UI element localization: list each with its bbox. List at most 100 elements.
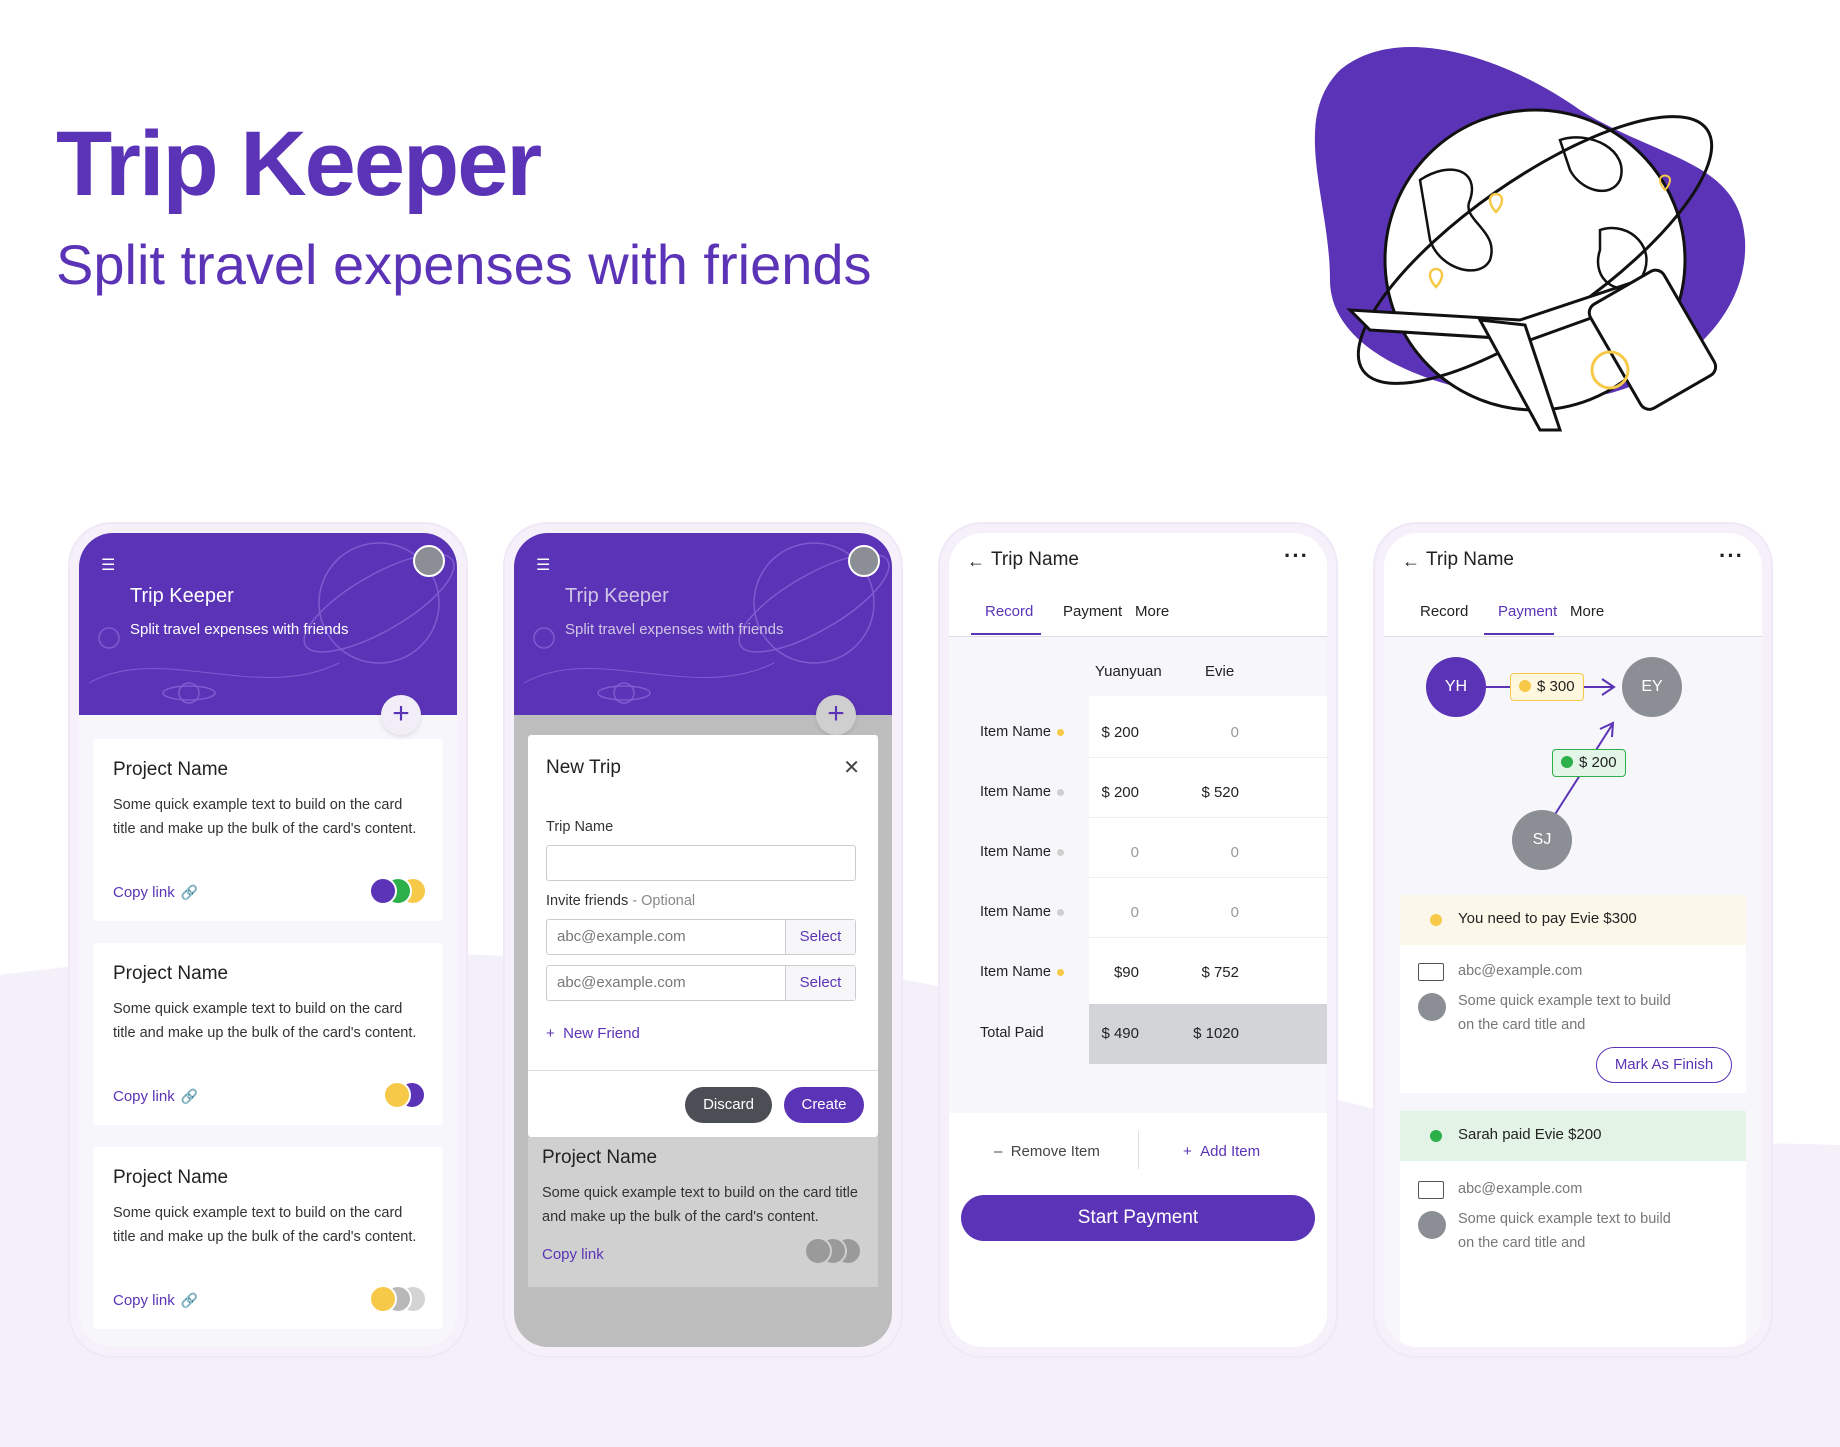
hero-subtitle: Split travel expenses with friends — [56, 233, 872, 296]
cell-value[interactable]: 0 — [1179, 904, 1239, 921]
back-arrow-icon[interactable]: ← — [967, 551, 985, 572]
phone-home: ☰ Trip Keeper Split travel expenses with… — [70, 524, 466, 1356]
member-dot — [369, 877, 397, 905]
member-dot — [383, 1081, 411, 1109]
payment-note-line: on the card title and — [1458, 1017, 1586, 1033]
trip-header: ← Trip Name ··· Record Payment More — [949, 533, 1327, 637]
cell-value[interactable]: $ 520 — [1179, 784, 1239, 801]
cell-value[interactable]: 0 — [1179, 844, 1239, 861]
tab-more[interactable]: More — [1570, 603, 1604, 620]
invite-email-field[interactable]: abc@example.com Select — [546, 965, 856, 1001]
table-row[interactable]: Item Name — [980, 724, 1064, 740]
add-trip-button[interactable]: + — [816, 695, 856, 735]
copy-link[interactable]: Copy link 🔗 — [113, 884, 198, 901]
person-node-sj[interactable]: SJ — [1512, 810, 1572, 870]
column-header: Evie — [1205, 663, 1235, 680]
app-subtitle: Split travel expenses with friends — [130, 621, 349, 638]
tab-payment[interactable]: Payment — [1063, 603, 1122, 620]
pending-dot — [1430, 914, 1442, 926]
copy-link[interactable]: Copy link 🔗 — [113, 1088, 198, 1105]
column-header: Yuanyuan — [1095, 663, 1162, 680]
remove-item-button[interactable]: – Remove Item — [994, 1143, 1100, 1160]
avatar[interactable] — [413, 545, 445, 577]
envelope-icon — [1418, 963, 1444, 981]
member-avatars — [369, 877, 427, 905]
payment-note-line: Some quick example text to build — [1458, 1211, 1671, 1227]
table-row[interactable]: Item Name — [980, 904, 1064, 920]
status-dot — [1056, 908, 1064, 916]
payment-notice-pending[interactable]: You need to pay Evie $300 — [1400, 895, 1746, 945]
cell-value[interactable]: 0 — [1079, 844, 1139, 861]
invite-email-field[interactable]: abc@example.com Select — [546, 919, 856, 955]
select-friend-button[interactable]: Select — [785, 920, 855, 954]
trip-name-label: Trip Name — [546, 819, 614, 835]
home-screen: ☰ Trip Keeper Split travel expenses with… — [79, 533, 457, 1347]
cell-value[interactable]: $ 200 — [1079, 724, 1139, 741]
home-header: ☰ Trip Keeper Split travel expenses with… — [79, 533, 457, 715]
tab-payment[interactable]: Payment — [1498, 603, 1557, 620]
tab-record[interactable]: Record — [985, 603, 1033, 620]
card-title: Project Name — [113, 963, 229, 984]
link-icon: 🔗 — [180, 1088, 199, 1104]
payment-notice-paid[interactable]: Sarah paid Evie $200 — [1400, 1111, 1746, 1161]
more-options-icon[interactable]: ··· — [1284, 543, 1309, 569]
close-icon[interactable]: ✕ — [843, 755, 860, 780]
select-friend-button[interactable]: Select — [785, 966, 855, 1000]
menu-icon[interactable]: ☰ — [101, 555, 115, 575]
start-payment-button[interactable]: Start Payment — [961, 1195, 1315, 1241]
avatar[interactable] — [848, 545, 880, 577]
status-dot — [1056, 968, 1064, 976]
payer-email: abc@example.com — [1458, 1181, 1583, 1197]
person-node-yh[interactable]: YH — [1426, 657, 1486, 717]
check-icon — [1561, 756, 1573, 768]
more-options-icon[interactable]: ··· — [1719, 543, 1744, 569]
cell-value[interactable]: $90 — [1079, 964, 1139, 981]
trip-name-input[interactable] — [546, 845, 856, 881]
plus-icon: + — [1183, 1143, 1201, 1160]
copy-link[interactable]: Copy link — [542, 1246, 604, 1263]
modal-divider — [528, 1070, 878, 1071]
tab-more[interactable]: More — [1135, 603, 1169, 620]
card-text: Some quick example text to build on the … — [113, 797, 417, 837]
new-friend-button[interactable]: + New Friend — [546, 1025, 640, 1042]
envelope-icon — [1418, 1181, 1444, 1199]
member-avatars — [369, 1285, 427, 1313]
cell-value[interactable]: $ 752 — [1179, 964, 1239, 981]
project-card[interactable]: Project Name Some quick example text to … — [93, 1147, 443, 1329]
payment-details: abc@example.com Some quick example text … — [1400, 1161, 1746, 1347]
project-card[interactable]: Project Name Some quick example text to … — [93, 739, 443, 921]
project-card[interactable]: Project Name Some quick example text to … — [93, 943, 443, 1125]
table-row[interactable]: Item Name — [980, 784, 1064, 800]
cell-value[interactable]: $ 200 — [1079, 784, 1139, 801]
menu-icon[interactable]: ☰ — [536, 555, 550, 575]
avatar — [1418, 1211, 1446, 1239]
create-button[interactable]: Create — [784, 1087, 864, 1123]
card-title: Project Name — [113, 1167, 229, 1188]
cell-value[interactable]: 0 — [1079, 904, 1139, 921]
discard-button[interactable]: Discard — [685, 1087, 772, 1123]
active-tab-indicator — [1484, 633, 1554, 635]
add-trip-button[interactable]: + — [381, 695, 421, 735]
row-divider — [1089, 757, 1327, 758]
avatar — [1418, 993, 1446, 1021]
copy-link[interactable]: Copy link 🔗 — [113, 1292, 198, 1309]
person-node-ey[interactable]: EY — [1622, 657, 1682, 717]
flow-amount-pending: $ 300 — [1510, 673, 1584, 701]
record-screen: ← Trip Name ··· Record Payment More Yuan… — [949, 533, 1327, 1347]
link-icon: 🔗 — [180, 884, 199, 900]
member-dot — [804, 1237, 832, 1265]
table-row[interactable]: Item Name — [980, 964, 1064, 980]
card-text: Some quick example text to build on the … — [542, 1185, 858, 1225]
add-item-button[interactable]: + Add Item — [1183, 1143, 1260, 1160]
status-dot — [1056, 788, 1064, 796]
back-arrow-icon[interactable]: ← — [1402, 551, 1420, 572]
trip-title: Trip Name — [991, 549, 1079, 570]
cell-value[interactable]: 0 — [1179, 724, 1239, 741]
table-row[interactable]: Item Name — [980, 844, 1064, 860]
new-trip-screen: ☰ Trip Keeper Split travel expenses with… — [514, 533, 892, 1347]
phone-new-trip: ☰ Trip Keeper Split travel expenses with… — [505, 524, 901, 1356]
pending-dot — [1519, 680, 1531, 692]
tab-record[interactable]: Record — [1420, 603, 1468, 620]
mark-as-finish-button[interactable]: Mark As Finish — [1596, 1047, 1732, 1083]
payment-note-line: on the card title and — [1458, 1235, 1586, 1251]
